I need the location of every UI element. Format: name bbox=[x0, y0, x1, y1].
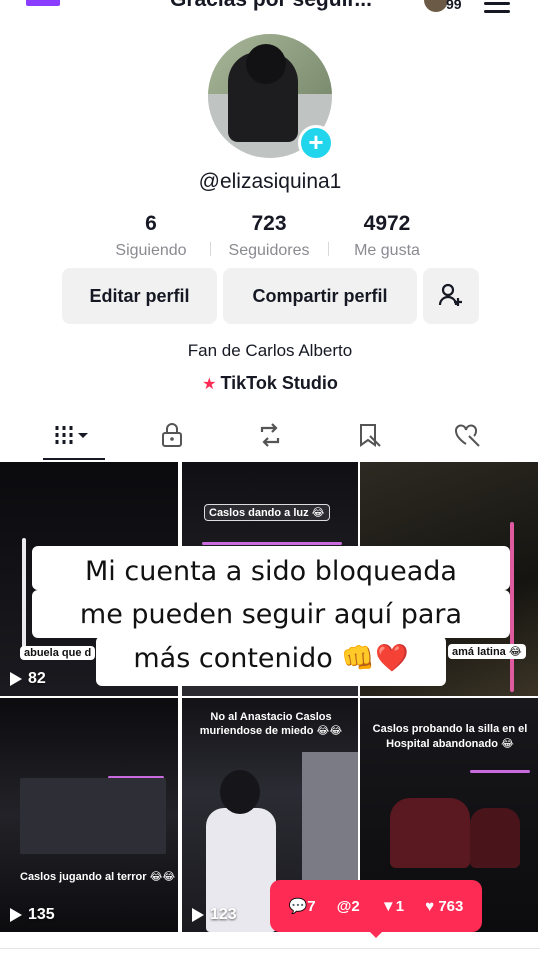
page-title[interactable]: Gracias por seguir... bbox=[170, 0, 372, 12]
tiktok-studio-link[interactable]: ★ TikTok Studio bbox=[0, 373, 540, 394]
username: @elizasiquina1 bbox=[198, 170, 342, 193]
video-caption: No al Anastacio Caslos muriendose de mie… bbox=[199, 711, 343, 737]
stat-value: 4972 bbox=[363, 212, 411, 235]
notification-avatar[interactable] bbox=[424, 0, 448, 12]
bookmark-hidden-icon bbox=[360, 424, 381, 447]
pill-pointer bbox=[368, 930, 384, 938]
edit-profile-button[interactable]: Editar perfil bbox=[62, 268, 217, 324]
likes-count: ♥ 763 bbox=[425, 897, 464, 915]
video-caption: Caslos jugando al terror 😂😂 bbox=[20, 871, 176, 883]
view-count: 135 bbox=[10, 906, 55, 924]
bottom-nav-bar bbox=[0, 948, 540, 960]
stat-label: Me gusta bbox=[354, 242, 420, 259]
tab-liked[interactable] bbox=[448, 420, 488, 450]
tab-videos[interactable] bbox=[54, 420, 94, 450]
stat-following[interactable]: 6 Siguiendo bbox=[92, 212, 210, 260]
tab-favorites[interactable] bbox=[350, 420, 390, 450]
overlay-text-line-1: Mi cuenta a sido bloqueada bbox=[32, 546, 510, 590]
add-user-icon bbox=[438, 283, 462, 306]
view-count: 123 bbox=[192, 906, 237, 924]
video-caption: abuela que d bbox=[20, 646, 96, 660]
add-friend-button[interactable] bbox=[423, 268, 479, 324]
overlay-text-line-2: me pueden seguir aquí para bbox=[32, 590, 510, 638]
mentions-count: @2 bbox=[336, 897, 360, 915]
stat-likes[interactable]: 4972 Me gusta bbox=[328, 212, 446, 260]
share-profile-button[interactable]: Compartir perfil bbox=[223, 268, 417, 324]
profile-stats: 6 Siguiendo 723 Seguidores 4972 Me gusta bbox=[92, 212, 448, 262]
video-thumbnail[interactable]: Caslos jugando al terror 😂😂 135 bbox=[0, 698, 178, 932]
menu-icon[interactable] bbox=[484, 0, 510, 18]
view-count: 82 bbox=[10, 670, 46, 688]
bio-text: Fan de Carlos Alberto bbox=[187, 341, 353, 360]
stat-value: 6 bbox=[145, 212, 157, 235]
video-caption: Caslos probando la silla en el Hospital … bbox=[372, 723, 528, 750]
grid-icon bbox=[55, 426, 88, 444]
studio-icon: ★ bbox=[202, 376, 217, 393]
stat-value: 723 bbox=[251, 212, 287, 235]
activity-notification-pill[interactable]: 💬7 @2 ▼1 ♥ 763 bbox=[270, 880, 482, 932]
heart-hidden-icon bbox=[455, 424, 480, 447]
overlay-text-line-3: más contenido 👊❤️ bbox=[96, 636, 446, 686]
repost-icon bbox=[260, 423, 280, 447]
add-account-icon[interactable] bbox=[26, 0, 60, 6]
tab-reposts[interactable] bbox=[250, 420, 290, 450]
follower-icon: ▼ bbox=[380, 897, 396, 915]
followers-count: ▼1 bbox=[380, 897, 405, 915]
active-tab-indicator bbox=[43, 458, 105, 460]
add-story-plus-icon[interactable]: + bbox=[298, 125, 334, 161]
studio-label: TikTok Studio bbox=[220, 373, 338, 393]
stat-label: Siguiendo bbox=[115, 242, 187, 259]
video-caption: Caslos dando a luz 😂 bbox=[204, 504, 330, 521]
stat-label: Seguidores bbox=[228, 242, 310, 259]
lock-icon bbox=[162, 423, 182, 447]
video-caption: amá latina 😂 bbox=[448, 644, 526, 659]
notification-count: 99 bbox=[446, 0, 462, 12]
profile-tabs bbox=[0, 414, 540, 460]
comment-icon: 💬 bbox=[288, 898, 308, 915]
heart-icon: ♥ bbox=[425, 897, 435, 915]
top-bar: Gracias por seguir... 99 bbox=[0, 0, 540, 22]
stat-followers[interactable]: 723 Seguidores bbox=[210, 212, 328, 260]
tab-private[interactable] bbox=[152, 420, 192, 450]
comments-count: 💬7 bbox=[288, 898, 316, 915]
